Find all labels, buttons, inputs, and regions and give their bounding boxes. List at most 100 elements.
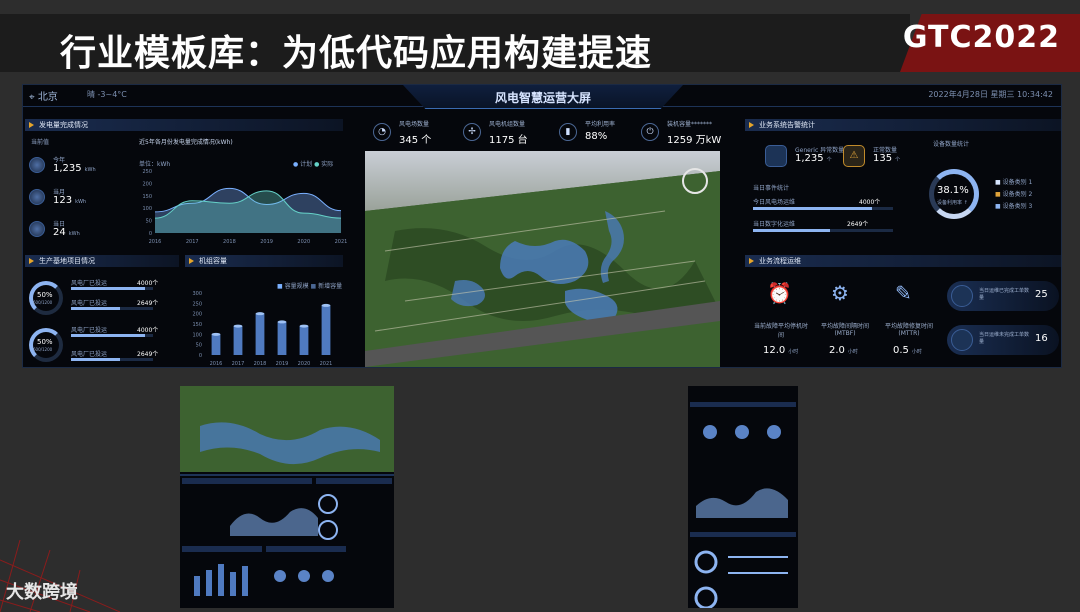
chart-icon: ▮ [559,123,577,141]
project-bar-fill [71,307,121,310]
x-tick-label: 2018 [254,361,267,367]
power-day-value: 24 [53,227,66,238]
clipboard-icon [951,285,973,307]
city-label: 北京 [37,92,58,103]
power-icon: ⏻ [641,123,659,141]
ops-side-card: 当日运维未完成工单数量 16 [947,325,1059,355]
ops-side-card: 当日运维已完成工单数量 25 [947,281,1059,311]
ops-value: 12.0 小时 [763,345,798,356]
gauge-icon: ◔ [373,123,391,141]
ops-label: 平均故障修复时间(MTTR) [884,323,933,337]
project-bar-fill [71,358,121,361]
capacity-bar-chart: 0 50 100 150 200 250 300 2016 2017 2018 2019 2020 20… [192,291,332,367]
power-unit: kWh [84,167,96,173]
y-tick-label: 200 [192,312,202,318]
alarm-value: 1,235 个 [795,153,832,164]
side-label: 当日运维未完成工单数量 [979,332,1030,345]
kpi-value: 1259 万kW [667,135,722,146]
x-tick-label: 2020 [298,361,311,367]
y-tick-label: 150 [142,194,152,200]
ops-unit: 小时 [911,349,922,355]
alarm-clock-icon: ⏰ [767,281,792,305]
project-bar-fill [71,334,145,337]
y-tick-label: 150 [192,322,202,328]
ring-title: 设备数量统计 [933,141,970,148]
slide-title: 行业模板库：为低代码应用构建提速 [60,33,653,74]
lightning-icon [29,221,45,237]
x-tick-label: 2016 [210,361,223,367]
tablet-layout-thumbnail [180,386,394,608]
kpi-label: 装机容量******* [667,121,713,128]
warn-number: 135 [873,153,893,164]
y-tick-label: 50 [196,343,202,349]
y-tick-label: 200 [142,181,152,187]
footer-logo: 大数跨境 [6,582,78,603]
lightning-icon [29,189,45,205]
power-item-value: 24 kWh [53,227,80,238]
project-row-value: 4000个 [137,280,159,287]
x-tick-label: 2016 [149,239,162,245]
ops-panel-title: 业务流程运维 [745,255,1061,267]
y-tick-label: 100 [192,332,202,338]
location-icon: ⌖ 北京 [29,92,58,103]
capacity-bar-top [255,312,265,316]
lightning-icon [29,157,45,173]
kpi-value: 1175 台 [489,135,528,146]
capacity-bar-top [211,332,221,336]
kpi-value: 345 个 [399,135,432,146]
y-tick-label: 0 [149,231,152,237]
event-subsection: 当日事件统计 [753,185,790,192]
ops-value: 2.0 小时 [829,345,858,356]
project-row-label: 风电厂已投运 [71,351,108,358]
power-panel-title: 发电量完成情况 [25,119,343,131]
side-value: 25 [1035,289,1048,300]
alarm-unit: 个 [826,157,832,163]
event-row-value: 4000个 [859,199,881,206]
title-bar: 行业模板库：为低代码应用构建提速 GTC2022 [0,0,1080,78]
power-year-value: 1,235 [53,163,82,174]
capacity-bar [321,305,331,355]
ring-pct: 50% [37,291,53,299]
cube-icon [765,145,787,167]
wrench-icon: ✎ [895,281,912,305]
x-tick-label: 2020 [297,239,310,245]
x-tick-label: 2018 [223,239,236,245]
gtc-logo: GTC2022 [902,20,1060,55]
project-row-value: 2649个 [137,300,159,307]
event-bar [753,229,893,232]
legend-item: ■ 设备类别 1 [995,179,1033,186]
mobile-layout-thumbnail [688,386,798,608]
mobile-preview [690,402,796,608]
project-row-value: 2649个 [137,351,159,358]
kpi-strip: ◔ 风电场数量 345 个 ✢ 风电机组数量 1175 台 ▮ 平均利用率 88… [365,115,722,149]
power-unit: kWh [68,231,80,237]
legend-label: 设备类别 2 [1002,191,1033,198]
weather-text: 晴 -3~4°C [87,90,127,99]
side-value: 16 [1035,333,1048,344]
capacity-bar [277,321,287,355]
y-tick-label: 300 [192,291,202,297]
ring-pct: 50% [37,338,53,346]
kpi-label: 风电机组数量 [489,121,526,128]
event-bar-fill [753,207,872,210]
x-tick-label: 2017 [186,239,199,245]
ops-label: 平均故障间隔时间(MTBF) [820,323,869,337]
alarm-number: 1,235 [795,153,824,164]
ops-number: 12.0 [763,345,786,356]
project-row-label: 风电厂已投运 [71,327,108,334]
power-item-value: 1,235 kWh [53,163,96,174]
kpi-label: 风电场数量 [399,121,430,128]
event-bar-fill [753,229,830,232]
x-tick-label: 2021 [335,239,347,245]
datetime-text: 2022年4月28日 星期三 10:34:42 [928,90,1053,99]
power-unit-label: 当前值 [31,139,50,146]
event-row-label: 当日数字化运维 [753,221,796,228]
equipment-panel-title: 业务系统告警统计 [745,119,1061,131]
ops-unit: 小时 [788,349,799,355]
project-row-label: 风电厂已投运 [71,280,108,287]
legend-label: 设备类别 1 [1002,179,1033,186]
wind-farm-3d-map[interactable] [365,151,720,367]
event-row-label: 今日风电场运维 [753,199,796,206]
project-bar-fill [71,287,145,290]
power-area-chart: 0 50 100 150 200 250 2016 2017 2018 2019 2020 2021 [142,169,347,245]
